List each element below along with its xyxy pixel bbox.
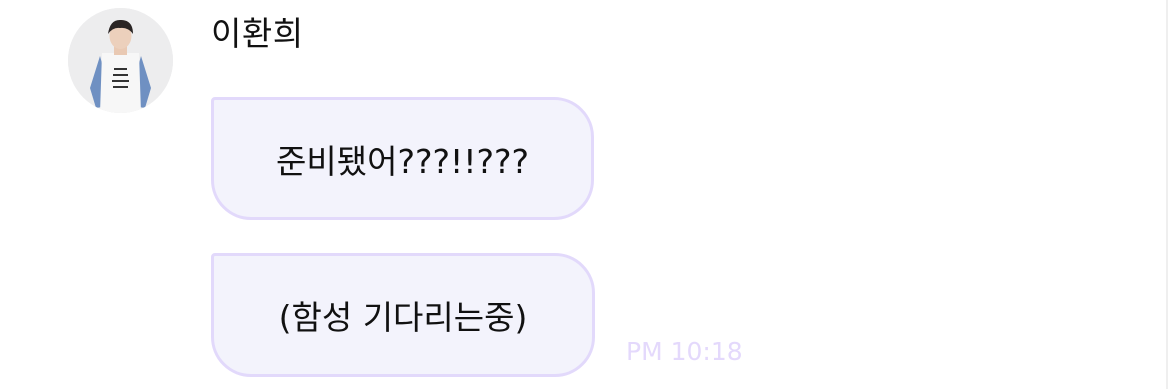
message-bubble[interactable]: (함성 기다리는중) [211, 253, 595, 377]
avatar-photo [68, 8, 173, 113]
sender-name: 이환희 [211, 14, 304, 53]
message-text: (함성 기다리는중) [278, 298, 528, 337]
avatar[interactable] [68, 8, 173, 113]
message-timestamp: PM 10:18 [626, 337, 743, 366]
message-text: 준비됐어???!!??? [276, 141, 529, 181]
message-bubble[interactable]: 준비됐어???!!??? [211, 97, 594, 220]
chat-view: 이환희 준비됐어???!!??? (함성 기다리는중) PM 10:18 [0, 0, 1168, 389]
